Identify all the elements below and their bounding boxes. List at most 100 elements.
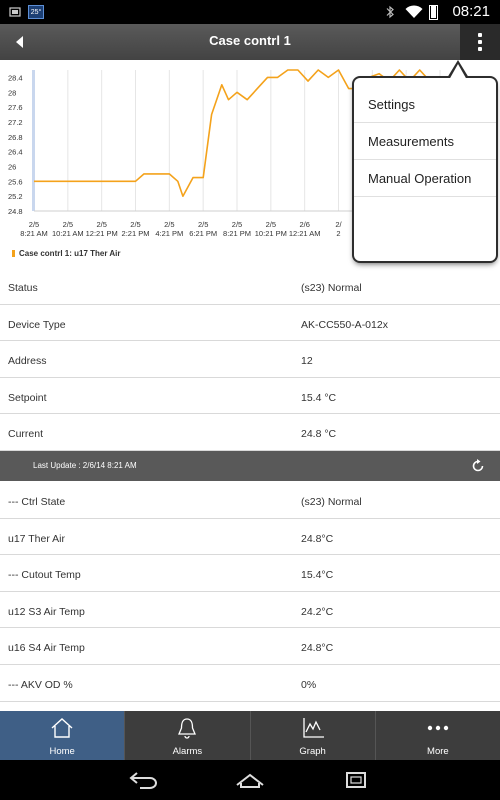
menu-pointer-fill — [449, 64, 467, 80]
chart-legend: Case contrl 1: u17 Ther Air — [12, 249, 121, 258]
row-label: --- AKV OD % — [8, 678, 73, 691]
row-value: 12 — [301, 355, 313, 368]
home-icon — [49, 716, 75, 740]
param-row[interactable]: u17 Ther Air 24.8°C — [0, 519, 500, 556]
info-row-address: Address 12 — [0, 341, 500, 378]
x-tick-label: 8:21 AM — [20, 229, 48, 238]
row-value: AK-CC550-A-012x — [301, 318, 388, 331]
row-label: Address — [8, 355, 47, 368]
param-row[interactable]: --- Ctrl State (s23) Normal — [0, 482, 500, 519]
screenshot-icon — [8, 4, 22, 20]
y-tick-label: 25.2 — [8, 192, 23, 201]
parameter-list: --- Ctrl State (s23) Normal u17 Ther Air… — [0, 482, 500, 702]
row-value: (s23) Normal — [301, 496, 362, 508]
info-row-device-type: Device Type AK-CC550-A-012x — [0, 305, 500, 342]
nav-back-icon[interactable] — [128, 769, 160, 791]
y-tick-label: 26.4 — [8, 148, 23, 157]
row-label: u16 S4 Air Temp — [8, 642, 85, 655]
tab-graph[interactable]: Graph — [251, 711, 376, 760]
row-label: Status — [8, 282, 38, 294]
x-tick-label: 2/5 — [29, 220, 39, 229]
x-tick-label: 10:21 AM — [52, 229, 84, 238]
x-tick-label: 4:21 PM — [155, 229, 183, 238]
graph-icon — [300, 716, 326, 740]
row-label: --- Ctrl State — [8, 496, 66, 508]
param-row[interactable]: --- AKV OD % 0% — [0, 665, 500, 702]
overflow-popup-menu: Settings Measurements Manual Operation — [354, 78, 496, 261]
row-label: Setpoint — [8, 391, 47, 404]
wifi-icon — [405, 4, 423, 20]
x-tick-label: 2/6 — [299, 220, 309, 229]
last-update-text: Last Update : 2/6/14 8:21 AM — [33, 461, 137, 470]
nav-home-icon[interactable] — [234, 769, 266, 791]
param-row[interactable]: u12 S3 Air Temp 24.2°C — [0, 592, 500, 629]
legend-label: Case contrl 1: u17 Ther Air — [19, 249, 121, 258]
menu-item-manual-operation[interactable]: Manual Operation — [354, 160, 496, 197]
y-tick-label: 27.6 — [8, 103, 23, 112]
x-tick-label: 2:21 PM — [122, 229, 150, 238]
x-tick-label: 2/ — [335, 220, 342, 229]
nav-recents-icon[interactable] — [340, 769, 372, 791]
tab-label: Graph — [299, 746, 326, 757]
y-tick-label: 28 — [8, 88, 16, 97]
y-tick-label: 27.2 — [8, 118, 23, 127]
tab-more[interactable]: More — [376, 711, 500, 760]
row-value: (s23) Normal — [301, 282, 362, 294]
bell-icon — [174, 716, 200, 740]
tab-label: Home — [49, 746, 75, 757]
x-tick-label: 2/5 — [232, 220, 242, 229]
last-update-bar: Last Update : 2/6/14 8:21 AM — [0, 451, 500, 481]
row-value: 0% — [301, 678, 317, 691]
status-time: 08:21 — [452, 3, 490, 20]
row-value: 15.4°C — [301, 569, 334, 582]
x-tick-label: 2/5 — [198, 220, 208, 229]
info-row-status: Status (s23) Normal — [0, 268, 500, 305]
tab-label: More — [427, 746, 449, 757]
row-value: 24.8 °C — [301, 428, 337, 441]
tab-label: Alarms — [172, 746, 203, 757]
tab-alarms[interactable]: Alarms — [125, 711, 251, 760]
row-value: 24.8°C — [301, 532, 334, 545]
page-title: Case contrl 1 — [209, 33, 291, 48]
row-label: Current — [8, 428, 44, 441]
refresh-icon[interactable] — [470, 458, 486, 474]
menu-item-measurements[interactable]: Measurements — [354, 123, 496, 160]
y-tick-label: 24.8 — [8, 207, 23, 216]
x-tick-label: 2 — [336, 229, 340, 238]
row-value: 15.4 °C — [301, 391, 337, 404]
param-row[interactable]: --- Cutout Temp 15.4°C — [0, 555, 500, 592]
x-tick-label: 8:21 PM — [223, 229, 251, 238]
status-bar: 25° 08:21 — [0, 0, 500, 24]
x-tick-label: 12:21 PM — [86, 229, 118, 238]
info-row-current: Current 24.8 °C — [0, 414, 500, 451]
tab-home[interactable]: Home — [0, 711, 126, 760]
row-label: Device Type — [8, 318, 66, 331]
bluetooth-icon — [384, 4, 396, 20]
device-info-list: Status (s23) Normal Device Type AK-CC550… — [0, 268, 500, 451]
x-tick-label: 2/5 — [164, 220, 174, 229]
menu-item-settings[interactable]: Settings — [354, 86, 496, 123]
param-row[interactable]: u16 S4 Air Temp 24.8°C — [0, 628, 500, 665]
y-tick-label: 26 — [8, 162, 16, 171]
system-nav-bar — [0, 760, 500, 800]
legend-swatch — [12, 250, 15, 257]
weather-badge-icon: 25° — [28, 5, 44, 19]
row-value: 24.2°C — [301, 605, 334, 618]
x-tick-label: 2/5 — [130, 220, 140, 229]
y-tick-label: 26.8 — [8, 133, 23, 142]
y-tick-label: 28.4 — [8, 73, 23, 82]
x-tick-label: 2/5 — [63, 220, 73, 229]
x-tick-label: 10:21 PM — [255, 229, 287, 238]
more-dots-icon — [425, 716, 451, 740]
app-header: Case contrl 1 — [0, 24, 500, 60]
bottom-tab-bar: Home Alarms Graph More — [0, 711, 500, 760]
x-tick-label: 6:21 PM — [189, 229, 217, 238]
x-tick-label: 2/5 — [96, 220, 106, 229]
x-tick-label: 12:21 AM — [289, 229, 321, 238]
info-row-setpoint: Setpoint 15.4 °C — [0, 378, 500, 415]
row-value: 24.8°C — [301, 642, 334, 655]
battery-icon — [429, 5, 438, 20]
y-tick-label: 25.6 — [8, 177, 23, 186]
overflow-menu-icon[interactable] — [460, 24, 500, 60]
x-tick-label: 2/5 — [266, 220, 276, 229]
